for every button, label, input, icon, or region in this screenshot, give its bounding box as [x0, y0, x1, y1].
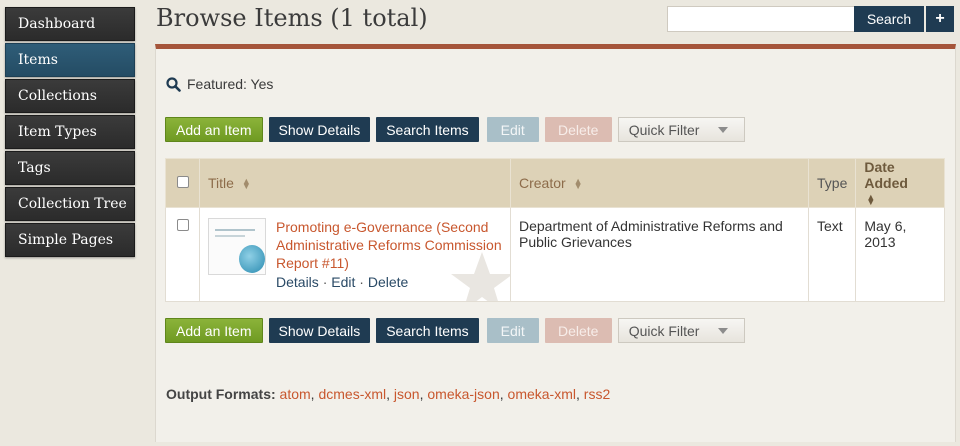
column-title-label: Title	[208, 175, 234, 191]
sidebar-item-item-types[interactable]: Item Types	[5, 115, 135, 149]
filter-label: Featured: Yes	[187, 76, 274, 92]
active-filter: Featured: Yes	[166, 76, 273, 92]
table-header-row: Title ▲ ▼ Creator ▲ ▼ Type Date Added ▲ ▼	[165, 158, 945, 208]
column-creator[interactable]: Creator ▲ ▼	[510, 158, 809, 208]
show-details-button[interactable]: Show Details	[268, 117, 371, 142]
chevron-down-icon	[717, 327, 728, 334]
sidebar-item-items[interactable]: Items	[5, 43, 135, 77]
table-row: Promoting e-Governance (Second Administr…	[165, 207, 945, 302]
item-title-link[interactable]: Promoting e-Governance (Second Administr…	[276, 218, 504, 272]
search-items-button[interactable]: Search Items	[376, 318, 479, 343]
format-link-atom[interactable]: atom	[280, 386, 311, 402]
column-type-label: Type	[817, 175, 848, 191]
toolbar-bottom: Add an Item Show Details Search Items Ed…	[165, 318, 745, 343]
sidebar-nav: Dashboard Items Collections Item Types T…	[5, 7, 135, 259]
toolbar-top: Add an Item Show Details Search Items Ed…	[165, 117, 745, 142]
select-all-checkbox[interactable]	[176, 176, 189, 188]
row-select-cell	[165, 207, 200, 302]
sort-icon: ▲ ▼	[573, 176, 583, 192]
format-link-omeka-xml[interactable]: omeka-xml	[508, 386, 576, 402]
column-date-added-label: Date Added	[864, 159, 908, 191]
delete-button[interactable]: Delete	[544, 117, 612, 142]
details-link[interactable]: Details	[276, 274, 319, 290]
edit-button[interactable]: Edit	[486, 117, 539, 142]
row-checkbox[interactable]	[176, 219, 189, 231]
select-all-header	[165, 158, 200, 208]
sort-desc-icon: ▲ ▼	[866, 192, 876, 208]
edit-link[interactable]: Edit	[331, 274, 355, 290]
quick-filter-dropdown[interactable]: Quick Filter	[617, 117, 745, 142]
main-panel: Featured: Yes Add an Item Show Details S…	[155, 44, 956, 442]
sidebar-item-dashboard[interactable]: Dashboard	[5, 7, 135, 41]
column-date-added[interactable]: Date Added ▲ ▼	[855, 158, 945, 208]
format-link-rss2[interactable]: rss2	[584, 386, 610, 402]
quick-filter-label: Quick Filter	[628, 121, 700, 138]
chevron-down-icon	[717, 126, 728, 133]
add-item-button[interactable]: Add an Item	[165, 318, 263, 343]
items-table: Title ▲ ▼ Creator ▲ ▼ Type Date Added ▲ ▼	[165, 158, 945, 302]
sidebar-item-simple-pages[interactable]: Simple Pages	[5, 223, 135, 257]
output-formats-label: Output Formats:	[166, 386, 276, 402]
date-added-cell: May 6, 2013	[855, 207, 945, 302]
search-icon	[166, 76, 181, 92]
sidebar-item-collections[interactable]: Collections	[5, 79, 135, 113]
column-type: Type	[807, 158, 857, 208]
delete-link[interactable]: Delete	[368, 274, 408, 290]
globe-icon	[239, 245, 265, 273]
search-items-button[interactable]: Search Items	[376, 117, 479, 142]
sort-icon: ▲ ▼	[241, 176, 251, 192]
item-actions: Details · Edit · Delete	[276, 273, 408, 291]
format-link-omeka-json[interactable]: omeka-json	[427, 386, 499, 402]
column-creator-label: Creator	[519, 175, 566, 191]
sidebar-item-tags[interactable]: Tags	[5, 151, 135, 185]
item-thumbnail[interactable]	[208, 218, 266, 275]
advanced-search-button[interactable]: +	[926, 6, 954, 32]
output-formats: Output Formats: atom, dcmes-xml, json, o…	[166, 386, 611, 402]
quick-filter-dropdown[interactable]: Quick Filter	[617, 318, 745, 343]
separator: ·	[322, 274, 328, 290]
page-title: Browse Items (1 total)	[156, 4, 428, 32]
delete-button[interactable]: Delete	[544, 318, 612, 343]
edit-button[interactable]: Edit	[486, 318, 539, 343]
add-item-button[interactable]: Add an Item	[165, 117, 263, 142]
format-link-dcmes-xml[interactable]: dcmes-xml	[318, 386, 386, 402]
format-link-json[interactable]: json	[394, 386, 420, 402]
title-cell: Promoting e-Governance (Second Administr…	[199, 207, 511, 302]
search-input[interactable]	[667, 6, 854, 32]
show-details-button[interactable]: Show Details	[268, 318, 371, 343]
search-button[interactable]: Search	[854, 6, 924, 32]
quick-filter-label: Quick Filter	[628, 322, 700, 339]
sidebar-item-collection-tree[interactable]: Collection Tree	[5, 187, 135, 221]
column-title[interactable]: Title ▲ ▼	[199, 158, 511, 208]
header-search: Search +	[667, 6, 954, 32]
separator: ·	[359, 274, 364, 290]
type-cell: Text	[807, 207, 857, 302]
creator-cell: Department of Administrative Reforms and…	[510, 207, 809, 302]
